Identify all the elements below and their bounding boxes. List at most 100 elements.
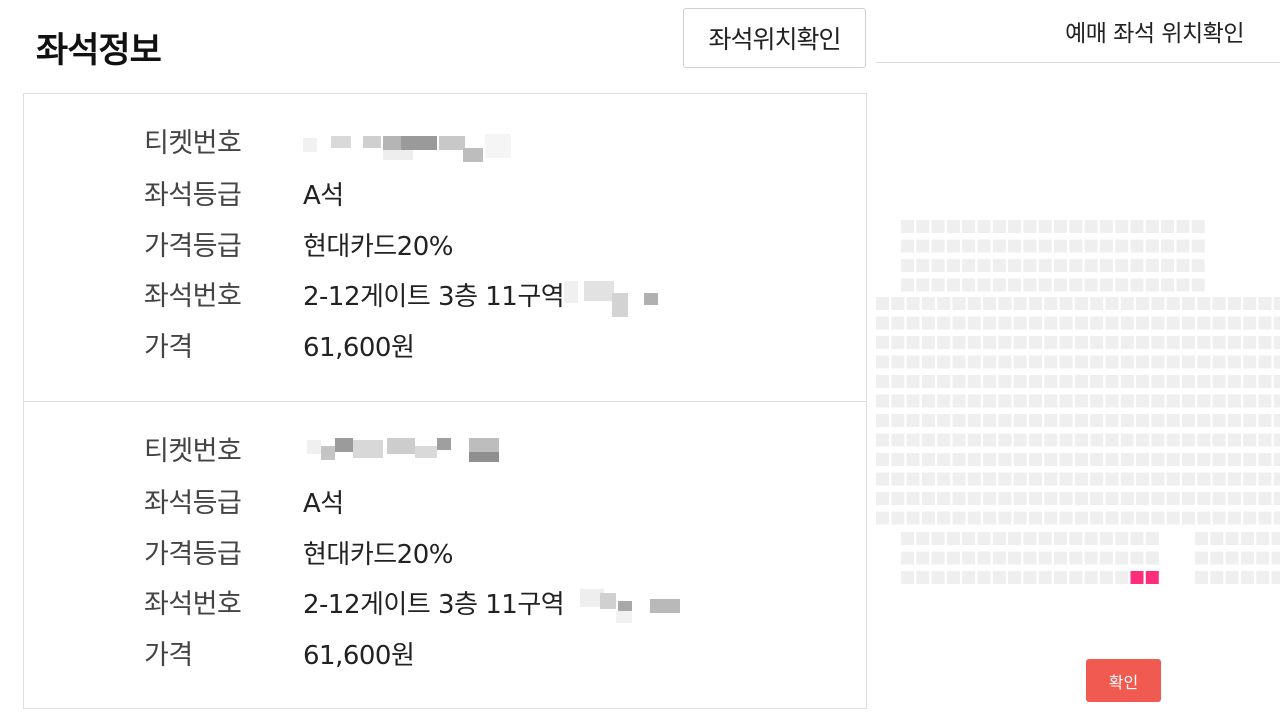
seat — [876, 492, 889, 505]
seat — [921, 316, 935, 330]
seat — [1038, 532, 1052, 545]
seat — [977, 532, 991, 545]
seat — [891, 394, 905, 408]
seat — [1074, 511, 1088, 525]
seat — [1069, 551, 1083, 565]
seat — [1105, 336, 1119, 349]
seat — [1038, 259, 1052, 272]
seat — [1059, 336, 1073, 349]
seat — [1227, 297, 1241, 310]
seat — [1013, 394, 1027, 408]
seat — [1212, 297, 1226, 310]
seat — [1074, 355, 1088, 369]
seat — [1059, 433, 1073, 447]
ticket-card: 티켓번호 좌석등급 A석 가격등급 현대카드20% 좌석번호 2-12게이트 3… — [24, 94, 866, 400]
seat — [983, 492, 997, 505]
redacted-seat-number — [564, 588, 684, 623]
price-grade-label: 가격등급 — [144, 231, 242, 262]
seat — [1059, 472, 1073, 486]
seat — [1090, 297, 1104, 310]
seat — [891, 375, 905, 388]
seat — [1240, 571, 1254, 584]
seat — [967, 297, 981, 310]
seat — [1029, 297, 1042, 310]
seat — [906, 375, 920, 388]
seat — [977, 278, 991, 292]
seat — [946, 239, 960, 253]
seat — [1136, 492, 1150, 505]
seat — [1273, 492, 1280, 505]
seat — [1090, 472, 1104, 486]
seat — [1258, 511, 1272, 525]
seat — [1105, 375, 1119, 388]
seat — [901, 532, 914, 545]
seat — [1084, 259, 1098, 272]
seat — [998, 511, 1012, 525]
seat — [921, 414, 935, 427]
seat — [1273, 336, 1280, 349]
seat — [1212, 355, 1226, 369]
seat — [1105, 472, 1119, 486]
price-value: 61,600원 — [303, 641, 415, 671]
seat — [1182, 453, 1195, 466]
seat — [1115, 278, 1129, 292]
seat — [1227, 375, 1241, 388]
seat — [1044, 453, 1058, 466]
seat — [983, 414, 997, 427]
seat — [1013, 297, 1027, 310]
confirm-button[interactable]: 확인 — [1086, 659, 1161, 702]
seat — [1145, 278, 1159, 292]
seat — [998, 355, 1012, 369]
seat — [1038, 278, 1052, 292]
seat — [1090, 375, 1104, 388]
seat — [1212, 433, 1226, 447]
seat — [998, 414, 1012, 427]
seat — [983, 433, 997, 447]
seat — [992, 532, 1006, 545]
seat — [1212, 414, 1226, 427]
seat — [1182, 316, 1195, 330]
seat — [1029, 394, 1042, 408]
seat — [1258, 492, 1272, 505]
seat — [921, 336, 935, 349]
seat — [1013, 316, 1027, 330]
seat — [1182, 414, 1195, 427]
seat — [1013, 414, 1027, 427]
seat — [952, 336, 966, 349]
seat — [952, 316, 966, 330]
seat — [1074, 336, 1088, 349]
ticket-list: 티켓번호 좌석등급 A석 가격등급 현대카드20% 좌석번호 2-12게이트 3… — [23, 93, 867, 709]
seat — [1151, 414, 1165, 427]
seat — [891, 492, 905, 505]
seat — [1166, 394, 1180, 408]
seat — [983, 472, 997, 486]
seat — [901, 278, 914, 292]
seat — [1227, 394, 1241, 408]
seat — [891, 433, 905, 447]
seat — [1166, 414, 1180, 427]
seat — [946, 551, 960, 565]
seat-grade-row: 좌석등급 A석 — [24, 484, 866, 524]
seat — [1256, 532, 1270, 545]
seat — [1151, 316, 1165, 330]
seat — [891, 297, 905, 310]
seat — [1258, 394, 1272, 408]
seat — [1023, 259, 1037, 272]
seat — [992, 278, 1006, 292]
selected-seat — [1145, 571, 1159, 584]
seat — [937, 355, 951, 369]
seat — [977, 239, 991, 253]
page-title: 좌석정보 — [36, 31, 162, 71]
seat — [1084, 278, 1098, 292]
seat-location-button[interactable]: 좌석위치확인 — [683, 8, 866, 68]
seat — [1258, 433, 1272, 447]
seat — [1197, 511, 1211, 525]
seat — [1197, 316, 1211, 330]
seat — [891, 414, 905, 427]
seat — [1013, 336, 1027, 349]
seat — [1243, 433, 1257, 447]
seat — [1191, 259, 1205, 272]
seat — [1258, 414, 1272, 427]
seat — [1227, 492, 1241, 505]
seat — [1023, 532, 1037, 545]
